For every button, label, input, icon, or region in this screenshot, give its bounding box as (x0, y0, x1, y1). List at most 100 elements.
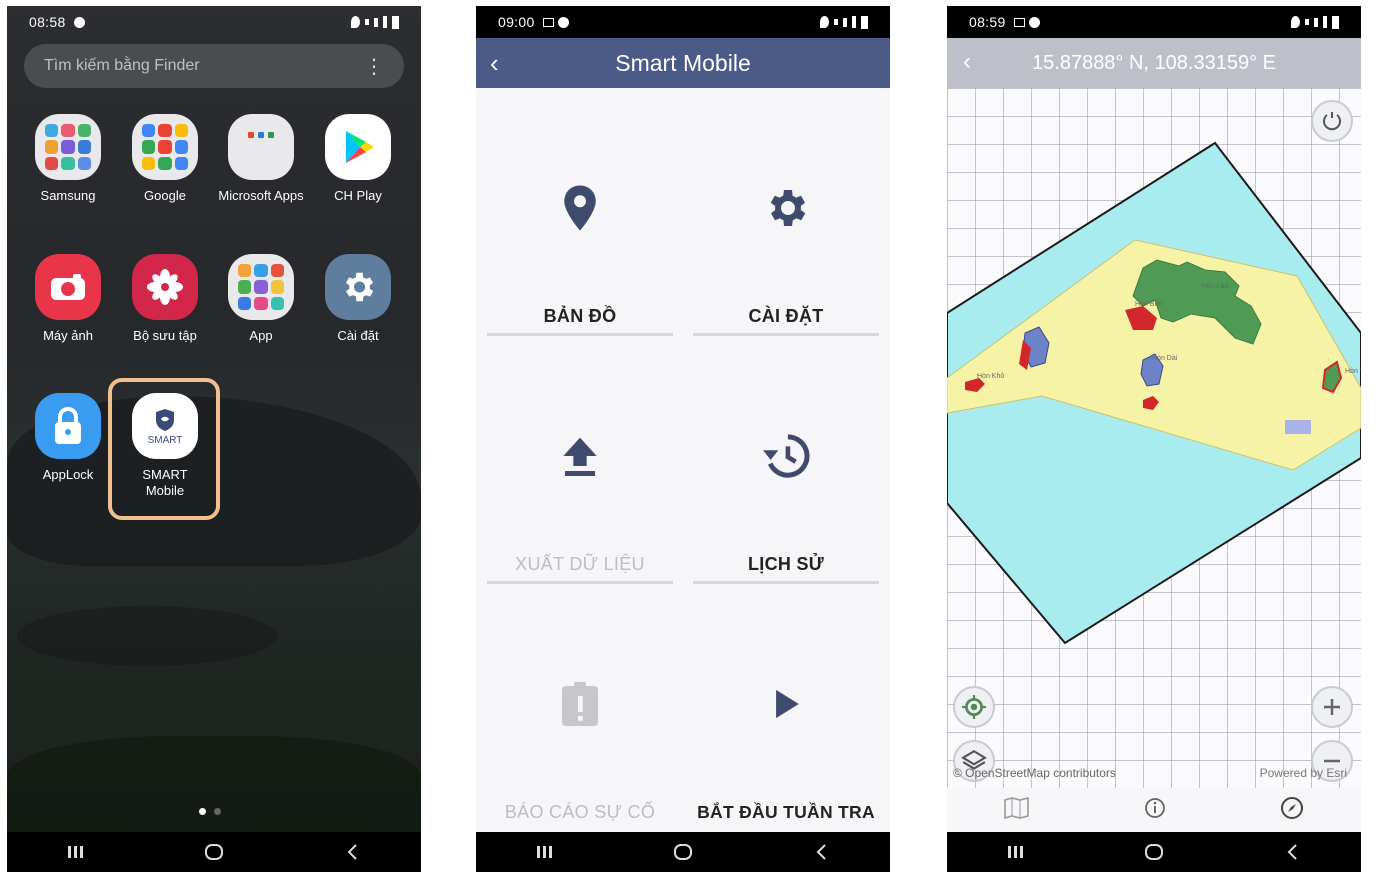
image-notification-icon (542, 17, 554, 27)
image-notification-icon (1013, 17, 1025, 27)
gear-icon (693, 178, 879, 238)
status-icons (820, 15, 868, 29)
home-button[interactable] (1134, 837, 1174, 867)
microsoft-folder-icon (228, 114, 294, 180)
notification-icon (557, 16, 569, 28)
map-overlay: Hòn Khô Hòn Bìm Hòn Lao Hòn Dài Hòn Tai (947, 141, 1361, 645)
app-applock[interactable]: AppLock (23, 393, 113, 483)
back-arrow-icon[interactable]: ‹ (963, 48, 971, 76)
smart-mobile-menu-screen: 09:00 ‹ Smart Mobile BẢN ĐỒ CÀI ĐẶT XUẤT… (476, 6, 890, 872)
app-label: Microsoft Apps (218, 188, 304, 203)
back-button[interactable] (332, 837, 372, 867)
settings-gear-icon (325, 254, 391, 320)
status-bar: 09:00 (476, 6, 890, 38)
status-time: 09:00 (498, 14, 535, 30)
tile-map[interactable]: BẢN ĐỒ (487, 88, 673, 336)
map-pin-icon (487, 178, 673, 238)
app-folder-icon (228, 254, 294, 320)
battery-icon (861, 15, 868, 29)
svg-text:Hòn Bìm: Hòn Bìm (1135, 301, 1162, 308)
tile-export-data[interactable]: XUẤT DỮ LIỆU (487, 336, 673, 584)
app-google[interactable]: Google (120, 114, 210, 204)
info-icon[interactable] (1144, 797, 1166, 824)
app-play-store[interactable]: CH Play (313, 114, 403, 204)
play-store-icon (325, 114, 391, 180)
history-icon (693, 426, 879, 486)
app-label: App (249, 328, 273, 343)
app-app-folder[interactable]: App (216, 254, 306, 344)
battery-icon (392, 15, 399, 29)
tile-label: BÁO CÁO SỰ CỐ (504, 802, 656, 822)
app-label: CH Play (334, 188, 382, 203)
app-microsoft[interactable]: Microsoft Apps (216, 114, 306, 204)
tile-label: LỊCH SỬ (747, 554, 825, 574)
compass-icon[interactable] (1280, 796, 1304, 825)
svg-text:Hòn Dài: Hòn Dài (1152, 355, 1178, 362)
coordinates-readout: 15.87888° N, 108.33159° E (1032, 51, 1276, 74)
map-view[interactable]: Hòn Khô Hòn Bìm Hòn Lao Hòn Dài Hòn Tai (947, 88, 1361, 788)
recents-button[interactable] (56, 837, 96, 867)
app-label: Cài đặt (337, 328, 379, 343)
tile-history[interactable]: LỊCH SỬ (693, 336, 879, 584)
tile-start-patrol[interactable]: BẮT ĐẦU TUẦN TRA (693, 584, 879, 832)
home-button[interactable] (663, 837, 703, 867)
back-button[interactable] (1272, 837, 1312, 867)
my-location-button[interactable] (953, 686, 995, 728)
report-icon (487, 674, 673, 734)
upload-icon (487, 426, 673, 486)
signal-icon (834, 19, 838, 25)
back-arrow-icon[interactable]: ‹ (490, 48, 499, 79)
app-samsung[interactable]: Samsung (23, 114, 113, 204)
app-settings[interactable]: Cài đặt (313, 254, 403, 344)
page-indicator (199, 808, 221, 815)
status-icons (351, 15, 399, 29)
svg-text:Hòn Tai: Hòn Tai (1345, 368, 1361, 375)
camera-icon (35, 254, 101, 320)
signal-icon (365, 19, 369, 25)
system-nav-bar (476, 832, 890, 872)
status-bar: 08:59 (947, 6, 1361, 38)
tile-label: BẢN ĐỒ (543, 306, 617, 326)
status-time: 08:58 (29, 14, 66, 30)
app-highlight-frame (108, 378, 220, 520)
padlock-icon (35, 393, 101, 459)
system-nav-bar (947, 832, 1361, 872)
battery-icon (1332, 15, 1339, 29)
more-options-icon[interactable]: ⋮ (364, 54, 384, 79)
marker-rect (1285, 420, 1311, 434)
svg-text:Hòn Lao: Hòn Lao (1202, 283, 1229, 290)
status-bar: 08:58 (7, 6, 421, 38)
notification-icon (73, 16, 85, 28)
tile-label: XUẤT DỮ LIỆU (515, 554, 645, 574)
samsung-folder-icon (35, 114, 101, 180)
rotate-reset-button[interactable] (1311, 100, 1353, 142)
recents-button[interactable] (996, 837, 1036, 867)
play-icon (693, 674, 879, 734)
status-time: 08:59 (969, 14, 1006, 30)
finder-search-bar[interactable]: Tìm kiếm bằng Finder ⋮ (24, 44, 404, 88)
home-button[interactable] (194, 837, 234, 867)
location-icon (820, 16, 829, 28)
zoom-in-button[interactable] (1311, 686, 1353, 728)
tile-label: CÀI ĐẶT (748, 306, 824, 326)
app-camera[interactable]: Máy ảnh (23, 254, 113, 344)
gallery-flower-icon (132, 254, 198, 320)
tile-settings[interactable]: CÀI ĐẶT (693, 88, 879, 336)
tile-incident-report[interactable]: BÁO CÁO SỰ CỐ (487, 584, 673, 832)
map-tab-icon[interactable] (1004, 796, 1030, 824)
google-folder-icon (132, 114, 198, 180)
app-label: Máy ảnh (43, 328, 93, 343)
back-button[interactable] (801, 837, 841, 867)
svg-text:Hòn Khô: Hòn Khô (977, 373, 1004, 380)
notification-icon (1028, 16, 1040, 28)
location-icon (351, 16, 360, 28)
page-title: Smart Mobile (615, 49, 751, 76)
app-label: Google (144, 188, 186, 203)
app-gallery[interactable]: Bộ sưu tập (120, 254, 210, 344)
system-nav-bar (7, 832, 421, 872)
app-label: Samsung (40, 188, 96, 203)
recents-button[interactable] (525, 837, 565, 867)
map-screen: 08:59 ‹ 15.87888° N, 108.33159° E Hòn Kh… (947, 6, 1361, 872)
map-attribution: © OpenStreetMap contributors (953, 766, 1116, 780)
app-bar: ‹ Smart Mobile (476, 38, 890, 88)
